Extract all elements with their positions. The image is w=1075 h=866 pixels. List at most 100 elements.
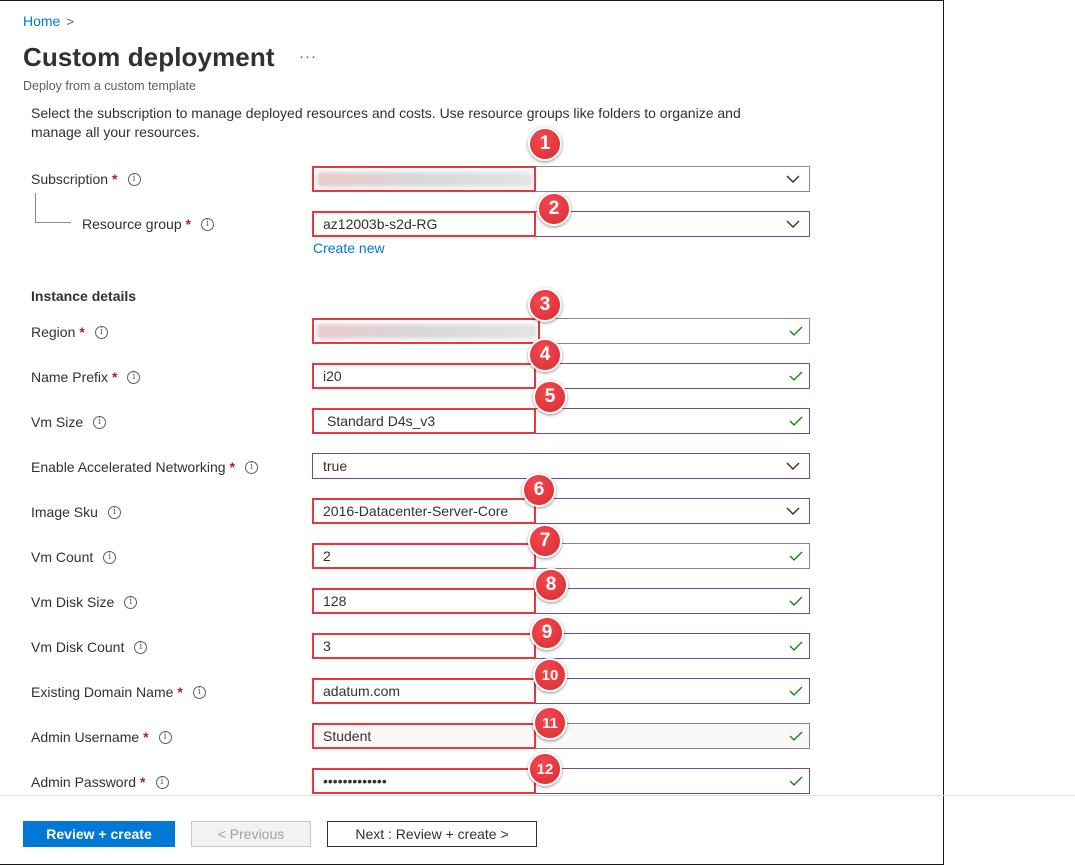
vm-disk-count-value: 3 <box>323 638 331 654</box>
chevron-down-icon <box>786 507 800 515</box>
image-sku-dropdown[interactable]: 2016-Datacenter-Server-Core <box>312 498 810 524</box>
admin-username-label: Admin Username * i <box>31 729 172 745</box>
previous-button[interactable]: < Previous <box>191 821 311 847</box>
required-mark: * <box>79 324 85 340</box>
region-input[interactable] <box>312 318 810 344</box>
resource-group-label: Resource group * i <box>82 216 215 232</box>
region-label: Region * i <box>31 324 108 340</box>
accelerated-networking-dropdown[interactable]: true <box>312 453 810 479</box>
accelerated-networking-label: Enable Accelerated Networking * i <box>31 459 259 475</box>
required-mark: * <box>177 684 183 700</box>
vm-disk-count-label-text: Vm Disk Count <box>31 639 125 655</box>
vm-disk-size-value: 128 <box>323 593 347 609</box>
info-icon[interactable]: i <box>93 415 107 429</box>
subscription-label-text: Subscription <box>31 171 109 187</box>
subscription-label: Subscription * i <box>31 171 141 187</box>
info-icon[interactable]: i <box>94 325 108 339</box>
vm-disk-count-label: Vm Disk Count i <box>31 639 148 655</box>
name-prefix-value: i20 <box>323 368 342 384</box>
callout-badge: 11 <box>533 706 567 740</box>
admin-password-label-text: Admin Password <box>31 774 137 790</box>
checkmark-icon <box>789 326 803 336</box>
required-mark: * <box>140 774 146 790</box>
vm-size-value: Standard D4s_v3 <box>327 413 436 429</box>
vm-count-label: Vm Count i <box>31 549 117 565</box>
callout-badge: 9 <box>530 616 564 650</box>
domain-name-label: Existing Domain Name * i <box>31 684 206 700</box>
review-create-button[interactable]: Review + create <box>23 821 175 847</box>
chevron-right-icon: > <box>66 13 74 29</box>
checkmark-icon <box>789 731 803 741</box>
checkmark-icon <box>789 596 803 606</box>
info-icon[interactable]: i <box>192 685 206 699</box>
accelerated-networking-value: true <box>323 458 348 474</box>
required-mark: * <box>112 369 118 385</box>
info-icon[interactable]: i <box>245 460 259 474</box>
image-sku-label: Image Sku i <box>31 504 121 520</box>
info-icon[interactable]: i <box>155 775 169 789</box>
vm-count-label-text: Vm Count <box>31 549 94 565</box>
checkmark-icon <box>789 776 803 786</box>
checkmark-icon <box>789 641 803 651</box>
redacted-value <box>317 172 533 187</box>
chevron-down-icon <box>786 462 800 470</box>
callout-badge: 3 <box>528 288 562 322</box>
callout-badge: 7 <box>528 524 562 558</box>
required-mark: * <box>143 729 149 745</box>
info-icon[interactable]: i <box>201 217 215 231</box>
vm-disk-size-label: Vm Disk Size i <box>31 594 138 610</box>
region-label-text: Region <box>31 324 76 340</box>
required-mark: * <box>112 171 118 187</box>
required-mark: * <box>229 459 236 475</box>
page-title: Custom deployment <box>23 42 275 72</box>
domain-name-label-text: Existing Domain Name <box>31 684 174 700</box>
vm-size-label: Vm Size i <box>31 414 107 430</box>
breadcrumb: Home > <box>23 13 74 29</box>
chevron-down-icon <box>786 175 800 183</box>
vm-size-input[interactable]: Standard D4s_v3 <box>312 408 810 434</box>
info-icon[interactable]: i <box>124 595 138 609</box>
divider <box>944 795 1075 796</box>
callout-badge: 12 <box>528 752 562 786</box>
breadcrumb-home-link[interactable]: Home <box>23 13 60 29</box>
vm-size-label-text: Vm Size <box>31 414 84 430</box>
name-prefix-label-text: Name Prefix <box>31 369 109 385</box>
callout-badge: 6 <box>522 473 556 507</box>
required-mark: * <box>185 216 192 232</box>
resource-group-label-text: Resource group <box>82 216 182 232</box>
more-options-icon[interactable]: ··· <box>299 48 317 65</box>
page-subtitle: Deploy from a custom template <box>23 79 196 93</box>
image-sku-value: 2016-Datacenter-Server-Core <box>323 503 509 519</box>
info-icon[interactable]: i <box>103 550 117 564</box>
callout-badge: 8 <box>534 568 568 602</box>
name-prefix-label: Name Prefix * i <box>31 369 141 385</box>
vm-count-value: 2 <box>323 548 331 564</box>
admin-password-value: ••••••••••••• <box>323 773 387 789</box>
callout-badge: 10 <box>533 658 567 692</box>
redacted-value <box>317 324 537 339</box>
info-icon[interactable]: i <box>127 370 141 384</box>
intro-text: Select the subscription to manage deploy… <box>31 105 741 140</box>
accelerated-networking-label-text: Enable Accelerated Networking <box>31 459 226 475</box>
info-icon[interactable]: i <box>158 730 172 744</box>
admin-password-label: Admin Password * i <box>31 774 169 790</box>
info-icon[interactable]: i <box>107 505 121 519</box>
section-heading-instance-details: Instance details <box>31 288 137 304</box>
vm-disk-size-label-text: Vm Disk Size <box>31 594 115 610</box>
checkmark-icon <box>789 371 803 381</box>
info-icon[interactable]: i <box>134 640 148 654</box>
tree-connector <box>35 193 36 223</box>
info-icon[interactable]: i <box>127 172 141 186</box>
tree-connector <box>35 222 71 223</box>
footer-divider <box>0 795 944 796</box>
next-review-create-button[interactable]: Next : Review + create > <box>327 821 537 847</box>
callout-badge: 2 <box>537 192 571 226</box>
subscription-dropdown[interactable] <box>312 166 810 192</box>
create-new-link[interactable]: Create new <box>313 240 385 256</box>
checkmark-icon <box>789 551 803 561</box>
callout-badge: 5 <box>533 380 567 414</box>
admin-username-value: Student <box>323 728 372 744</box>
checkmark-icon <box>789 416 803 426</box>
image-sku-label-text: Image Sku <box>31 504 98 520</box>
vm-count-input[interactable]: 2 <box>312 543 810 569</box>
